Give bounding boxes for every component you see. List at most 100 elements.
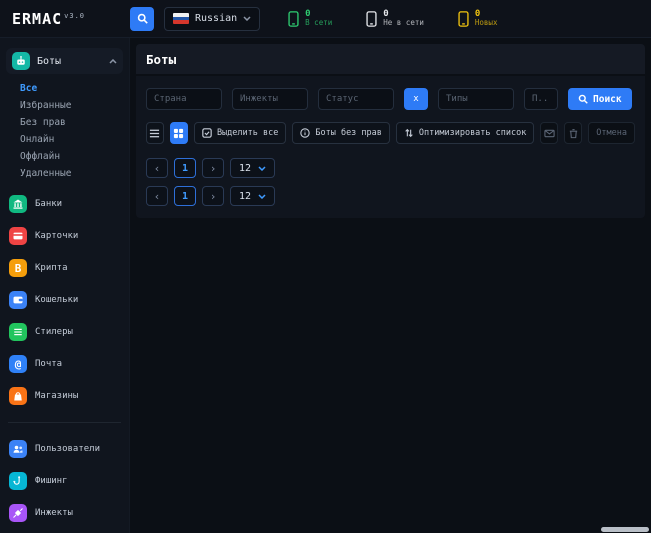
bot-status-stats: 0 В сети 0 Не в сети	[288, 9, 497, 28]
bots-panel: х Поиск	[136, 76, 645, 218]
next-page-button[interactable]: ›	[202, 186, 224, 206]
chevron-up-icon	[109, 59, 117, 64]
search-submit-button[interactable]: Поиск	[568, 88, 632, 110]
sidebar-item-injects[interactable]: Инжекты	[0, 497, 129, 529]
topbar: ERMACv3.0 Russian	[0, 0, 651, 38]
wallet-icon	[9, 291, 27, 309]
sidebar-item-offline[interactable]: Оффлайн	[16, 148, 129, 165]
status-input[interactable]	[318, 88, 394, 110]
robot-icon	[12, 52, 30, 70]
view-grid-button[interactable]	[170, 122, 188, 144]
grid-view-icon	[173, 128, 184, 139]
clear-filter-button[interactable]: х	[404, 88, 428, 110]
sidebar-item-label: Карточки	[35, 231, 78, 241]
per-page-value: 12	[239, 163, 251, 174]
sidebar-item-mail[interactable]: @ Почта	[0, 348, 129, 380]
per-page-select[interactable]: 12	[230, 158, 275, 178]
horizontal-scrollbar-thumb[interactable]	[601, 527, 649, 532]
sidebar-item-label: Кошельки	[35, 295, 78, 305]
sidebar-item-label: Почта	[35, 359, 62, 369]
page-number-button[interactable]: 1	[174, 158, 196, 178]
per-page-value: 12	[239, 191, 251, 202]
prev-page-button[interactable]: ‹	[146, 158, 168, 178]
page-title: Боты	[146, 52, 176, 67]
sidebar-item-users[interactable]: Пользователи	[0, 433, 129, 465]
optimize-list-button[interactable]: Оптимизировать список	[396, 122, 534, 144]
page-number-button[interactable]: 1	[174, 186, 196, 206]
search-icon	[578, 94, 588, 104]
new-label: Новых	[475, 19, 498, 28]
bank-icon	[9, 195, 27, 213]
bots-no-perms-label: Боты без прав	[315, 128, 382, 138]
info-icon	[300, 128, 310, 138]
search-button-label: Поиск	[593, 94, 622, 105]
brand-name: ERMAC	[12, 10, 62, 28]
envelope-icon	[544, 128, 555, 139]
cancel-label: Отмена	[596, 128, 627, 138]
phone-new-icon	[458, 11, 469, 27]
message-action-button[interactable]	[540, 122, 558, 144]
brand-version: v3.0	[64, 12, 85, 20]
users-icon	[9, 440, 27, 458]
chevron-down-icon	[243, 16, 251, 21]
sidebar-item-label: Банки	[35, 199, 62, 209]
sidebar-item-permissions[interactable]: Права	[0, 529, 129, 533]
stat-offline: 0 Не в сети	[366, 9, 424, 28]
sort-icon	[404, 128, 414, 138]
offline-label: Не в сети	[383, 19, 424, 28]
russian-flag-icon	[173, 13, 189, 24]
sidebar-divider	[8, 422, 121, 423]
bitcoin-icon: B	[9, 259, 27, 277]
sidebar-item-label: Магазины	[35, 391, 78, 401]
sidebar-item-deleted[interactable]: Удаленные	[16, 165, 129, 182]
next-page-button[interactable]: ›	[202, 158, 224, 178]
types-input[interactable]	[438, 88, 514, 110]
list-icon	[9, 323, 27, 341]
sidebar-item-shops[interactable]: Магазины	[0, 380, 129, 412]
delete-action-button[interactable]	[564, 122, 582, 144]
select-all-button[interactable]: Выделить все	[194, 122, 286, 144]
sidebar-item-all[interactable]: Все	[16, 80, 129, 97]
phishing-hook-icon	[9, 472, 27, 490]
sidebar-item-label: Крипта	[35, 263, 68, 273]
view-list-button[interactable]	[146, 122, 164, 144]
chevron-down-icon	[258, 166, 266, 171]
sidebar-item-wallets[interactable]: Кошельки	[0, 284, 129, 316]
at-icon: @	[9, 355, 27, 373]
phone-offline-icon	[366, 11, 377, 27]
card-icon	[9, 227, 27, 245]
trash-icon	[568, 128, 579, 139]
sidebar-item-favorites[interactable]: Избранные	[16, 97, 129, 114]
phone-online-icon	[288, 11, 299, 27]
pagination-bottom: ‹ 1 › 12	[146, 186, 635, 206]
sidebar-item-label: Инжекты	[35, 508, 73, 518]
sidebar-item-phishing[interactable]: Фишинг	[0, 465, 129, 497]
sidebar-item-no-perms[interactable]: Без прав	[16, 114, 129, 131]
shopping-bag-icon	[9, 387, 27, 405]
checkbox-icon	[202, 128, 212, 138]
sidebar-group-label: Боты	[37, 56, 61, 67]
injects-input[interactable]	[232, 88, 308, 110]
country-input[interactable]	[146, 88, 222, 110]
sidebar-group-bots[interactable]: Боты	[6, 48, 123, 74]
bots-sub-list: Все Избранные Без прав Онлайн Оффлайн Уд…	[0, 78, 129, 188]
bots-no-perms-button[interactable]: Боты без прав	[292, 122, 390, 144]
sidebar-item-label: Пользователи	[35, 444, 100, 454]
sidebar-item-stealers[interactable]: Стилеры	[0, 316, 129, 348]
sidebar-item-crypto[interactable]: B Крипта	[0, 252, 129, 284]
sidebar-item-online[interactable]: Онлайн	[16, 131, 129, 148]
list-view-icon	[149, 128, 160, 139]
syringe-icon	[9, 504, 27, 522]
sidebar-item-cards[interactable]: Карточки	[0, 220, 129, 252]
page-title-bar: Боты	[136, 44, 645, 74]
chevron-down-icon	[258, 194, 266, 199]
extra-filter-input[interactable]	[524, 88, 558, 110]
filters-row: х Поиск	[146, 88, 635, 110]
language-select[interactable]: Russian	[164, 7, 260, 31]
cancel-button[interactable]: Отмена	[588, 122, 635, 144]
per-page-select[interactable]: 12	[230, 186, 275, 206]
sidebar-item-banks[interactable]: Банки	[0, 188, 129, 220]
prev-page-button[interactable]: ‹	[146, 186, 168, 206]
search-button[interactable]	[130, 7, 154, 31]
select-all-label: Выделить все	[217, 128, 278, 138]
